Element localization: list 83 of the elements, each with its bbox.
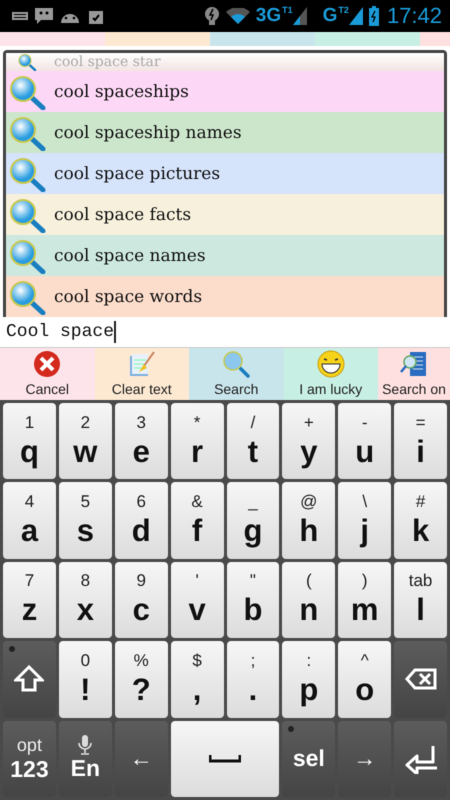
key[interactable]: 4 a	[3, 482, 56, 559]
search-icon	[8, 156, 46, 192]
key[interactable]: 3 e	[114, 403, 168, 480]
key[interactable]: opt 123	[3, 720, 56, 797]
search-icon	[8, 278, 46, 314]
search-icon	[8, 196, 46, 232]
network-type: G	[322, 5, 338, 27]
key[interactable]: _ g	[226, 482, 280, 559]
key[interactable]: tab l	[394, 562, 447, 638]
suggestion-item[interactable]: cool space names	[6, 235, 444, 276]
sim-label: T1	[282, 5, 293, 15]
key[interactable]: / t	[226, 403, 280, 480]
suggestion-item[interactable]: cool spaceship names	[6, 112, 444, 153]
search-icon	[222, 350, 250, 378]
search-icon	[8, 114, 46, 150]
key[interactable]: \ j	[338, 482, 392, 559]
shift-icon	[14, 665, 44, 694]
clock: 17:42	[386, 3, 442, 29]
key[interactable]: 5 s	[58, 482, 112, 559]
key[interactable]: 9 c	[114, 562, 168, 638]
chat-icon	[34, 7, 54, 25]
key[interactable]: * r	[170, 403, 224, 480]
key[interactable]: $ ,	[170, 641, 224, 718]
key[interactable]: 7 z	[3, 562, 56, 638]
cancel-icon	[33, 350, 62, 378]
battery-icon	[368, 6, 379, 26]
keyboard-icon	[12, 11, 28, 21]
color-tab[interactable]	[0, 32, 105, 46]
key[interactable]: @ h	[282, 482, 336, 559]
backspace-key[interactable]	[394, 641, 447, 718]
key[interactable]: % ?	[114, 641, 168, 718]
key[interactable]: ^ o	[338, 641, 392, 718]
key[interactable]: " b	[226, 562, 280, 638]
space-key[interactable]	[170, 720, 280, 797]
smiley-icon	[316, 350, 345, 378]
suggestion-item[interactable]: cool space words	[6, 276, 444, 317]
bulb-icon	[204, 6, 220, 26]
key[interactable]: ; .	[226, 641, 280, 718]
space-bar-icon	[209, 754, 241, 764]
backspace-icon	[404, 668, 437, 690]
network-type: 3G	[256, 5, 282, 27]
key[interactable]: ←	[114, 720, 168, 797]
wifi-icon	[226, 8, 250, 24]
action-button[interactable]: I am lucky	[284, 348, 378, 400]
color-tab[interactable]	[420, 32, 450, 46]
action-button[interactable]: Cancel	[0, 348, 94, 400]
signal-icon	[348, 7, 363, 25]
suggestion-item[interactable]: cool space facts	[6, 194, 444, 235]
key[interactable]: ) m	[338, 562, 392, 638]
enter-icon	[404, 744, 437, 774]
notepad-broom-icon	[128, 350, 156, 378]
key[interactable]: 8 x	[58, 562, 112, 638]
key[interactable]: = i	[394, 403, 447, 480]
action-button[interactable]: Search	[189, 348, 284, 400]
microphone-icon	[78, 735, 92, 755]
search-icon	[8, 238, 46, 274]
suggestion-item[interactable]: cool spaceships	[6, 71, 444, 112]
color-tab[interactable]	[315, 32, 420, 46]
key[interactable]: 2 w	[58, 403, 112, 480]
enter-key[interactable]	[394, 720, 447, 797]
action-button[interactable]: Search on	[378, 348, 450, 400]
key[interactable]: # k	[394, 482, 447, 559]
key[interactable]: 6 d	[114, 482, 168, 559]
key[interactable]: ' v	[170, 562, 224, 638]
color-tab[interactable]	[210, 32, 315, 46]
color-tab[interactable]	[105, 32, 210, 46]
key[interactable]: + y	[282, 403, 336, 480]
key[interactable]: →	[338, 720, 392, 797]
key[interactable]: ( n	[282, 562, 336, 638]
key[interactable]: sel	[282, 720, 336, 797]
key[interactable]: - u	[338, 403, 392, 480]
shift-key[interactable]	[3, 641, 56, 718]
key[interactable]: En	[58, 720, 112, 797]
key[interactable]: 0 !	[58, 641, 112, 718]
key[interactable]: 1 q	[3, 403, 56, 480]
suggestion-item[interactable]: cool space pictures	[6, 153, 444, 194]
document-search-icon	[400, 350, 428, 378]
key[interactable]: & f	[170, 482, 224, 559]
signal-icon	[292, 7, 307, 25]
key[interactable]: : p	[282, 641, 336, 718]
sim-label: T2	[338, 5, 349, 15]
action-button[interactable]: Clear text	[94, 348, 189, 400]
search-icon	[8, 74, 46, 110]
